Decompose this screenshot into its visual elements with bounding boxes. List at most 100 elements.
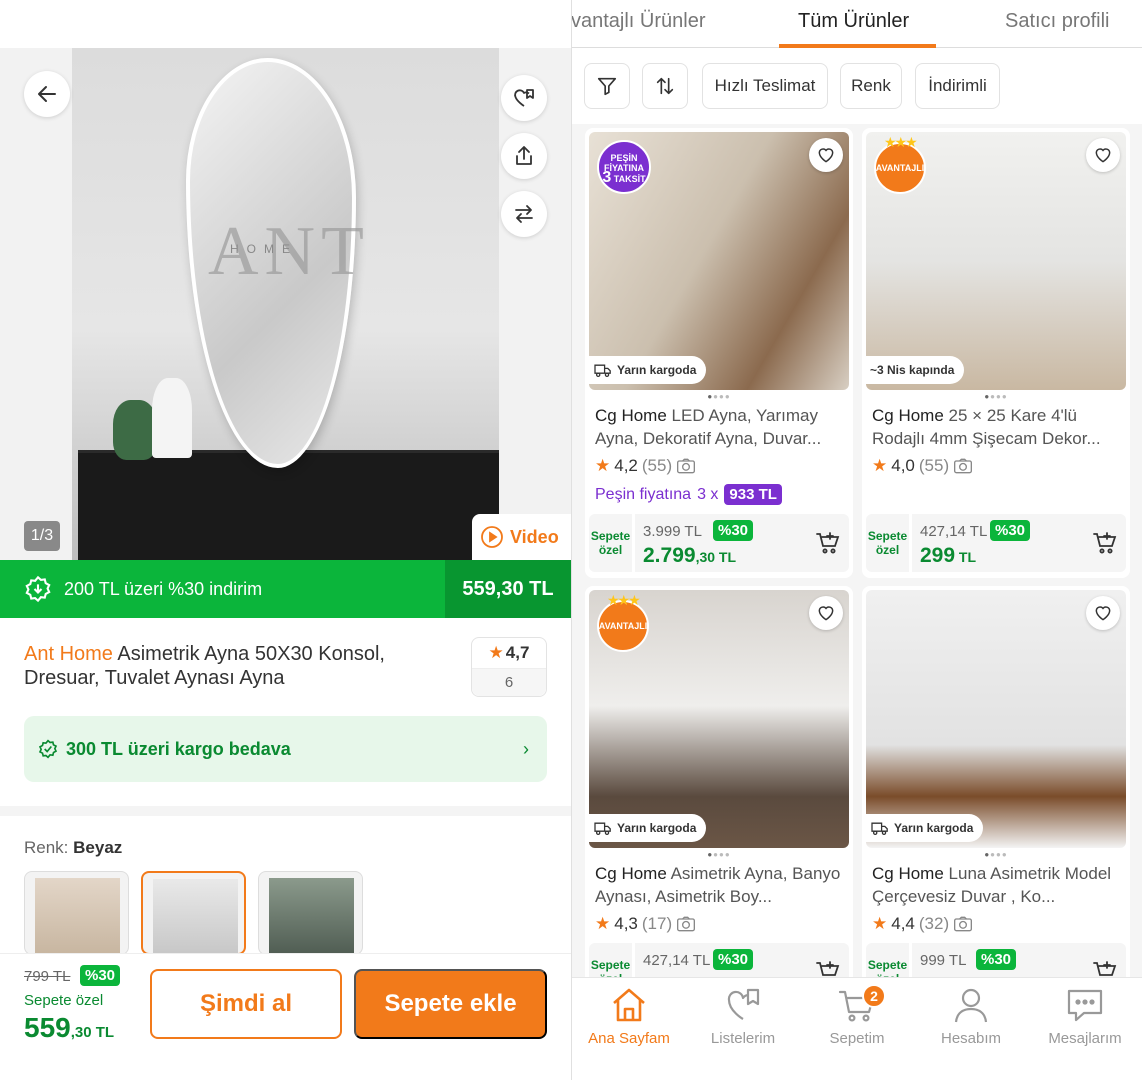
nav-cart[interactable]: 2 Sepetim (800, 984, 914, 1047)
camera-icon (677, 458, 696, 474)
heart-icon (1095, 148, 1111, 163)
tab-seller-profile[interactable]: Satıcı profili (1005, 10, 1109, 33)
filter-fast-delivery[interactable]: Hızlı Teslimat (702, 63, 828, 109)
video-button[interactable]: Video (472, 514, 571, 560)
shipping-tag: ~3 Nis kapında (866, 356, 965, 384)
color-swatch-selected[interactable] (141, 871, 246, 955)
price-box: Sepete özel 427,14 TL %30 299 TL (866, 514, 1126, 572)
image-dots: ●●●● (707, 850, 731, 859)
installment-info: Peşin fiyatına 3 x 933 TL (595, 484, 782, 505)
nav-label: Hesabım (940, 1030, 1002, 1047)
compare-button[interactable] (501, 191, 547, 237)
add-to-list-button[interactable] (501, 75, 547, 121)
discount-banner[interactable]: 200 TL üzeri %30 indirim 559,30 TL (0, 560, 571, 618)
camera-icon (954, 916, 973, 932)
filter-discounted[interactable]: İndirimli (915, 63, 1000, 109)
nav-label: Ana Sayfam (588, 1030, 670, 1047)
advantage-badge: AVANTAJLI (874, 134, 926, 194)
old-price: 999 TL (920, 952, 967, 969)
nav-home[interactable]: Ana Sayfam (572, 984, 686, 1047)
product-title: Cg Home Luna Asimetrik Model Çerçevesiz … (872, 862, 1122, 908)
product-card[interactable]: PEŞİN FİYATINA 3 TAKSİT Yarın kargoda ●●●… (585, 128, 853, 578)
product-rating: ★ 4,4 (32) (872, 914, 973, 934)
image-dots: ●●●● (984, 392, 1008, 401)
shipping-tag: Yarın kargoda (589, 356, 707, 384)
product-title: Cg Home Asimetrik Ayna, Banyo Aynası, As… (595, 862, 845, 908)
home-icon (613, 988, 645, 1022)
favorite-button[interactable] (809, 138, 843, 172)
swap-arrows-icon (515, 205, 533, 223)
discount-pct-badge: %30 (976, 949, 1017, 970)
product-brand: Cg Home (872, 406, 944, 425)
sort-button[interactable] (642, 63, 688, 109)
bottom-navigation: Ana Sayfam Listelerim 2 Sepetim Hesabım … (572, 977, 1142, 1080)
truck-icon (871, 822, 888, 836)
price-dec: TL (955, 549, 977, 565)
shipping-badge-icon (38, 739, 58, 759)
status-strip (0, 0, 571, 48)
swatch-image (153, 879, 238, 953)
favorite-button[interactable] (1086, 138, 1120, 172)
product-brand: Cg Home (595, 406, 667, 425)
price-dec: ,30 TL (695, 549, 737, 565)
truck-icon (594, 822, 611, 836)
tab-all-products[interactable]: Tüm Ürünler (798, 10, 909, 33)
console-table (78, 453, 499, 560)
product-card[interactable]: AVANTAJLI Yarın kargoda ●●●● Cg Home Asi… (585, 586, 853, 1036)
product-detail-pane: ANT HOME 1/3 Video 200 TL üzeri %30 indi… (0, 0, 571, 1080)
nav-label: Mesajlarım (1048, 1030, 1122, 1047)
free-shipping-banner[interactable]: 300 TL üzeri kargo bedava › (24, 716, 547, 782)
special-price-label: Sepete özel (589, 514, 635, 572)
product-rating: ★ 4,2 (55) (595, 456, 696, 476)
shipping-text: Yarın kargoda (894, 821, 974, 835)
product-gallery[interactable]: ANT HOME (0, 48, 571, 560)
swatch-image (269, 878, 354, 954)
heart-icon (818, 606, 834, 621)
old-price: 3.999 TL (643, 523, 702, 540)
tab-bar-top: Avantajlı Ürünler Tüm Ürünler Satıcı pro… (572, 0, 1142, 48)
image-counter: 1/3 (24, 521, 60, 551)
play-circle-icon (481, 526, 503, 548)
color-swatch[interactable] (24, 871, 129, 955)
camera-icon (954, 458, 973, 474)
favorite-button[interactable] (1086, 596, 1120, 630)
cart-count-badge: 2 (862, 984, 886, 1008)
add-cart-icon[interactable] (1092, 530, 1118, 556)
advantage-badge: AVANTAJLI (597, 592, 649, 652)
nav-lists[interactable]: Listelerim (686, 984, 800, 1047)
bust-statue (152, 378, 192, 458)
product-brand-link[interactable]: Ant Home (24, 643, 113, 665)
buy-now-button[interactable]: Şimdi al (150, 969, 342, 1039)
old-price: 427,14 TL (643, 952, 711, 969)
back-button[interactable] (24, 71, 70, 117)
star-icon: ★ (595, 456, 611, 475)
discount-pct-badge: %30 (990, 520, 1031, 541)
color-swatches (24, 871, 363, 955)
shipping-text: Yarın kargoda (617, 363, 697, 377)
nav-account[interactable]: Hesabım (914, 984, 1028, 1047)
discount-pct-badge: %30 (713, 949, 754, 970)
nav-messages[interactable]: Mesajlarım (1028, 984, 1142, 1047)
add-to-cart-button[interactable]: Sepete ekle (354, 969, 547, 1039)
product-card[interactable]: AVANTAJLI ~3 Nis kapında ●●●● Cg Home 25… (862, 128, 1130, 578)
tab-advantage-products[interactable]: Avantajlı Ürünler (572, 10, 705, 33)
favorite-button[interactable] (809, 596, 843, 630)
rating-box[interactable]: ★ 4,7 6 (471, 637, 547, 697)
rating-value: 4,3 (614, 914, 638, 933)
sort-arrows-icon (656, 77, 674, 95)
final-price: 559,30 TL (24, 1012, 114, 1044)
filter-button[interactable] (584, 63, 630, 109)
purchase-bar: 799 TL %30 Sepete özel 559,30 TL Şimdi a… (0, 953, 571, 1080)
add-cart-icon[interactable] (815, 530, 841, 556)
heart-bookmark-icon (514, 89, 534, 107)
product-card[interactable]: Yarın kargoda ●●●● Cg Home Luna Asimetri… (862, 586, 1130, 1036)
nav-label: Listelerim (710, 1030, 776, 1047)
product-rating: ★ 4,3 (17) (595, 914, 696, 934)
share-button[interactable] (501, 133, 547, 179)
badge-bottom: TAKSİT (613, 174, 646, 184)
filter-color[interactable]: Renk (840, 63, 902, 109)
price-int: 299 (920, 544, 956, 567)
discount-pct-badge: %30 (713, 520, 754, 541)
color-swatch[interactable] (258, 871, 363, 955)
heart-icon (818, 148, 834, 163)
